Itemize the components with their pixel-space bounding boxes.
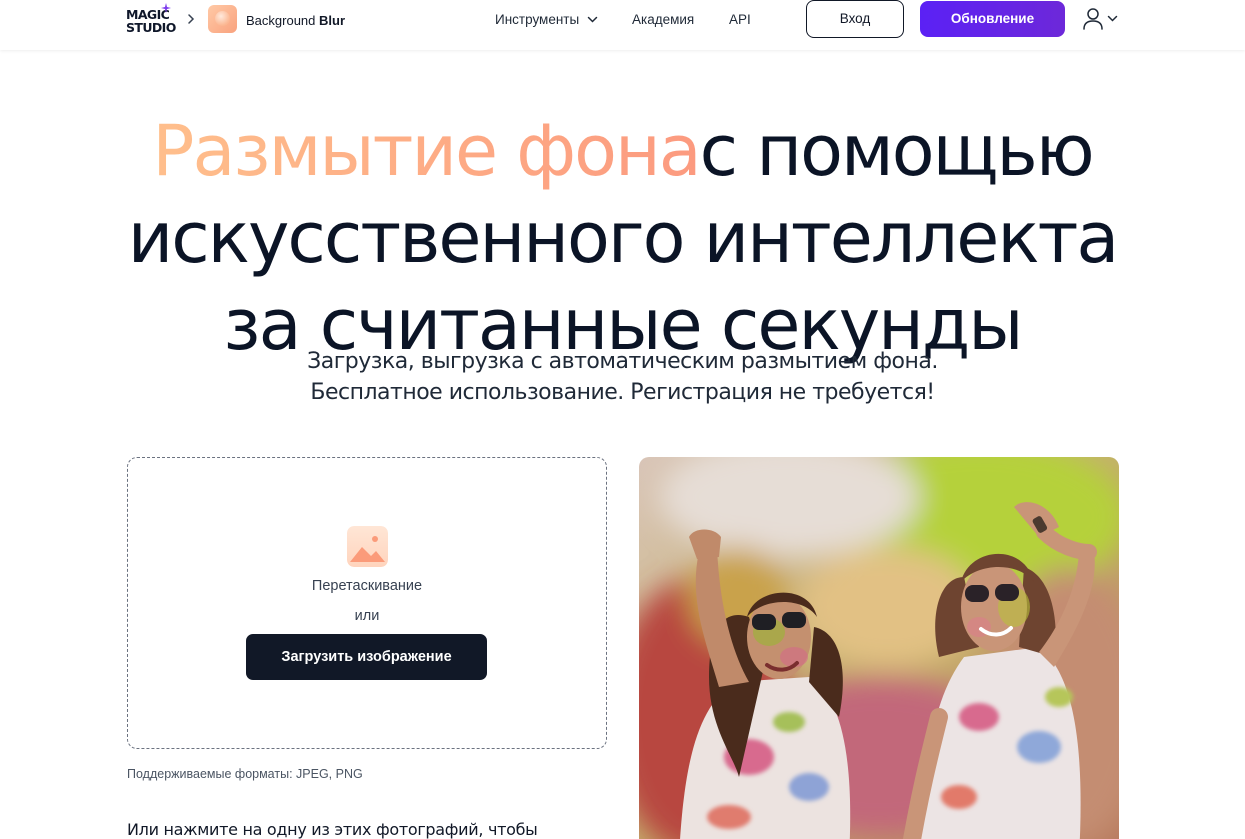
supported-formats-note: Поддерживаемые форматы: JPEG, PNG <box>127 767 363 781</box>
drag-and-drop-label: Перетаскивание <box>311 578 423 594</box>
user-icon <box>1083 8 1103 30</box>
image-icon <box>347 526 388 567</box>
sample-photos-prompt: Или нажмите на одну из этих фотографий, … <box>127 820 538 839</box>
or-label: или <box>354 608 380 624</box>
chevron-right-icon <box>188 14 195 24</box>
hero-title-line2: искусственного интеллекта <box>127 197 1120 279</box>
top-navbar: MAGIC STUDIO Background Blur Инструменты… <box>0 0 1245 50</box>
image-drop-zone[interactable]: Перетаскивание или Загрузить изображение <box>127 457 607 749</box>
app-title-bold: Blur <box>319 13 345 28</box>
sparkle-icon <box>161 3 171 13</box>
user-menu[interactable] <box>1082 7 1120 31</box>
hero-subtitle-line2: Бесплатное использование. Регистрация не… <box>310 380 935 405</box>
magic-studio-logo[interactable]: MAGIC STUDIO <box>126 3 178 38</box>
hero-subtitle: Загрузка, выгрузка с автоматическим разм… <box>0 346 1245 408</box>
login-button[interactable]: Вход <box>806 0 904 38</box>
nav-tools-menu[interactable]: Инструменты <box>495 12 598 27</box>
chevron-down-icon <box>1107 15 1118 22</box>
chevron-down-icon <box>587 17 598 23</box>
nav-tools-label: Инструменты <box>495 12 580 27</box>
nav-api-link[interactable]: API <box>729 12 751 27</box>
example-blurred-photo <box>639 457 1119 839</box>
hero-subtitle-line1: Загрузка, выгрузка с автоматическим разм… <box>307 349 938 374</box>
nav-academy-link[interactable]: Академия <box>632 12 694 27</box>
upgrade-button[interactable]: Обновление <box>920 1 1065 37</box>
app-title[interactable]: Background Blur <box>246 13 345 28</box>
upload-image-button[interactable]: Загрузить изображение <box>246 634 487 680</box>
app-title-regular: Background <box>246 13 319 28</box>
hero-title-accent: Размытие фона <box>152 110 701 192</box>
background-blur-app-icon[interactable] <box>208 5 237 33</box>
hero-title-rest: с помощью <box>699 110 1095 192</box>
logo-line-2: STUDIO <box>126 19 176 35</box>
hero-title: Размытие фонас помощью искусственного ин… <box>0 108 1245 369</box>
